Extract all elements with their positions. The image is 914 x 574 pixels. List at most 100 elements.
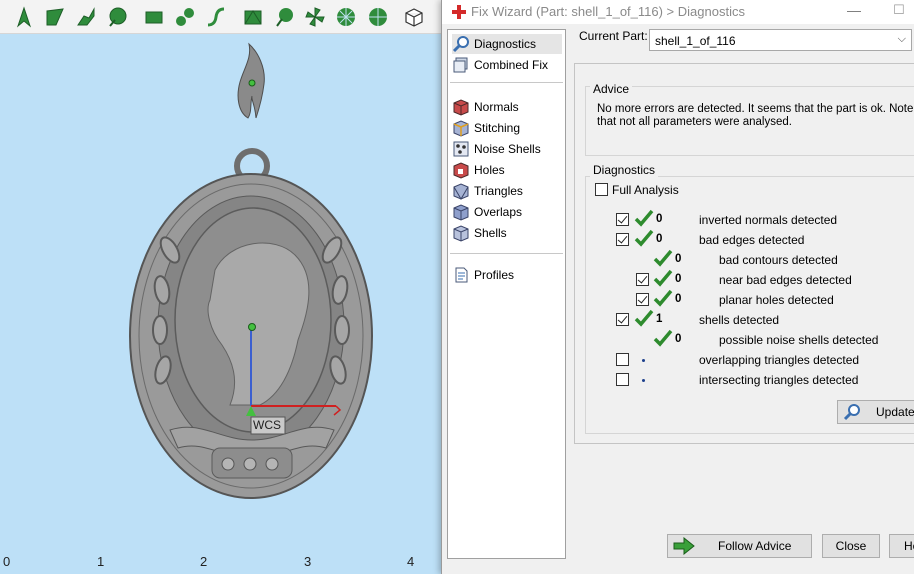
bad-contours-count: 0 — [675, 253, 682, 265]
follow-advice-button[interactable]: Follow Advice — [667, 534, 812, 558]
nav-label: Combined Fix — [474, 58, 549, 72]
profile-document-icon — [455, 267, 468, 283]
inverted-normals-checkbox[interactable] — [616, 213, 629, 226]
current-part-dropdown[interactable]: shell_1_of_116 ⌵ — [649, 29, 912, 51]
select-rect-icon[interactable] — [142, 5, 166, 29]
stacked-pages-icon — [453, 57, 468, 73]
check-icon — [653, 329, 673, 347]
shells-checkbox[interactable] — [616, 313, 629, 326]
model-view — [129, 42, 373, 499]
chevron-down-icon: ⌵ — [897, 33, 906, 45]
nav-item-holes[interactable]: Holes — [452, 160, 562, 180]
nav-item-overlaps[interactable]: Overlaps — [452, 202, 562, 222]
close-button[interactable]: Close — [822, 534, 880, 558]
near-bad-edges-checkbox[interactable] — [636, 273, 649, 286]
shells-cube-icon — [453, 225, 469, 242]
check-icon — [634, 309, 654, 327]
nav-label: Triangles — [474, 184, 523, 198]
update-button[interactable]: Update — [837, 400, 914, 424]
nav-label: Noise Shells — [474, 142, 541, 156]
dialog-title: Fix Wizard (Part: shell_1_of_116) > Diag… — [471, 4, 745, 19]
select-arrow-icon[interactable] — [12, 5, 36, 29]
select-region-icon[interactable] — [241, 5, 265, 29]
close-label: Close — [835, 539, 867, 553]
check-icon — [634, 209, 654, 227]
inverted-normals-count: 0 — [656, 213, 663, 225]
overlapping-triangles-label: overlapping triangles detected — [699, 353, 860, 367]
nav-label: Normals — [474, 100, 519, 114]
diagnostics-title: Diagnostics — [590, 163, 659, 177]
current-part-label: Current Part: — [579, 29, 648, 43]
overlapping-triangles-checkbox[interactable] — [616, 353, 629, 366]
current-part-value: shell_1_of_116 — [655, 34, 736, 48]
overlaps-cube-icon — [453, 204, 469, 221]
select-fan-icon[interactable] — [303, 5, 327, 29]
check-icon — [653, 249, 673, 267]
noise-shells-count: 0 — [675, 333, 682, 345]
near-bad-edges-label: near bad edges detected — [719, 273, 852, 287]
nav-label: Holes — [474, 163, 505, 177]
nav-item-shells[interactable]: Shells — [452, 223, 562, 243]
magnifier-icon — [843, 404, 860, 421]
minimize-button[interactable]: — — [846, 2, 862, 20]
triangles-cube-icon — [453, 183, 469, 200]
nav-item-triangles[interactable]: Triangles — [452, 181, 562, 201]
ruler-label: 2 — [200, 554, 208, 569]
advice-title: Advice — [590, 82, 633, 96]
ruler-label: 4 — [407, 554, 415, 569]
intersecting-triangles-label: intersecting triangles detected — [699, 373, 859, 387]
select-radial-icon[interactable] — [334, 5, 358, 29]
select-lasso-icon[interactable] — [272, 5, 296, 29]
ruler-label: 3 — [304, 554, 312, 569]
shells-count: 1 — [656, 313, 663, 325]
normals-cube-icon — [453, 99, 469, 116]
select-path-icon[interactable] — [204, 5, 228, 29]
nav-item-diagnostics[interactable]: Diagnostics — [452, 34, 562, 54]
arrow-right-icon — [673, 537, 695, 555]
nav-item-profiles[interactable]: Profiles — [452, 265, 562, 285]
view-cube-icon[interactable] — [402, 5, 426, 29]
nav-label: Diagnostics — [474, 37, 537, 51]
help-button[interactable]: He — [889, 534, 914, 558]
nav-label: Shells — [474, 226, 507, 240]
nav-item-noise-shells[interactable]: Noise Shells — [452, 139, 562, 159]
stitching-cube-icon — [453, 120, 469, 137]
planar-holes-label: planar holes detected — [719, 293, 834, 307]
wcs-label: WCS — [253, 418, 281, 432]
inverted-normals-label: inverted normals detected — [699, 213, 838, 227]
nav-item-stitching[interactable]: Stitching — [452, 118, 562, 138]
follow-advice-label: Follow Advice — [718, 539, 792, 553]
nav-label: Stitching — [474, 121, 521, 135]
ruler-label: 0 — [3, 554, 11, 569]
maximize-button[interactable]: ☐ — [891, 2, 907, 20]
pending-dot-icon — [642, 359, 645, 362]
check-icon — [653, 289, 673, 307]
full-analysis-label: Full Analysis — [612, 183, 679, 197]
nav-label: Overlaps — [474, 205, 523, 219]
select-sphere-icon[interactable] — [366, 5, 390, 29]
select-shell-icon[interactable] — [105, 5, 129, 29]
fix-wizard-dialog: Fix Wizard (Part: shell_1_of_116) > Diag… — [441, 0, 914, 574]
nav-item-normals[interactable]: Normals — [452, 97, 562, 117]
update-label: Update — [876, 405, 914, 419]
nav-label: Profiles — [474, 268, 515, 282]
bad-edges-checkbox[interactable] — [616, 233, 629, 246]
planar-holes-checkbox[interactable] — [636, 293, 649, 306]
check-icon — [653, 269, 673, 287]
select-triangle-icon[interactable] — [43, 5, 67, 29]
pending-dot-icon — [642, 379, 645, 382]
wizard-nav-panel: Diagnostics Combined Fix Normals Stitchi… — [447, 29, 566, 559]
select-connected-icon[interactable] — [173, 5, 197, 29]
red-cross-icon — [452, 5, 466, 19]
holes-cube-icon — [453, 162, 469, 179]
select-curve-icon[interactable] — [74, 5, 98, 29]
nav-item-combined-fix[interactable]: Combined Fix — [452, 55, 562, 75]
intersecting-triangles-checkbox[interactable] — [616, 373, 629, 386]
bad-edges-label: bad edges detected — [699, 233, 805, 247]
advice-text: No more errors are detected. It seems th… — [597, 103, 914, 128]
noise-shells-label: possible noise shells detected — [719, 333, 879, 347]
help-label: He — [904, 539, 914, 553]
ruler-label: 1 — [97, 554, 105, 569]
full-analysis-checkbox[interactable] — [595, 183, 608, 196]
dialog-titlebar[interactable]: Fix Wizard (Part: shell_1_of_116) > Diag… — [442, 0, 914, 24]
